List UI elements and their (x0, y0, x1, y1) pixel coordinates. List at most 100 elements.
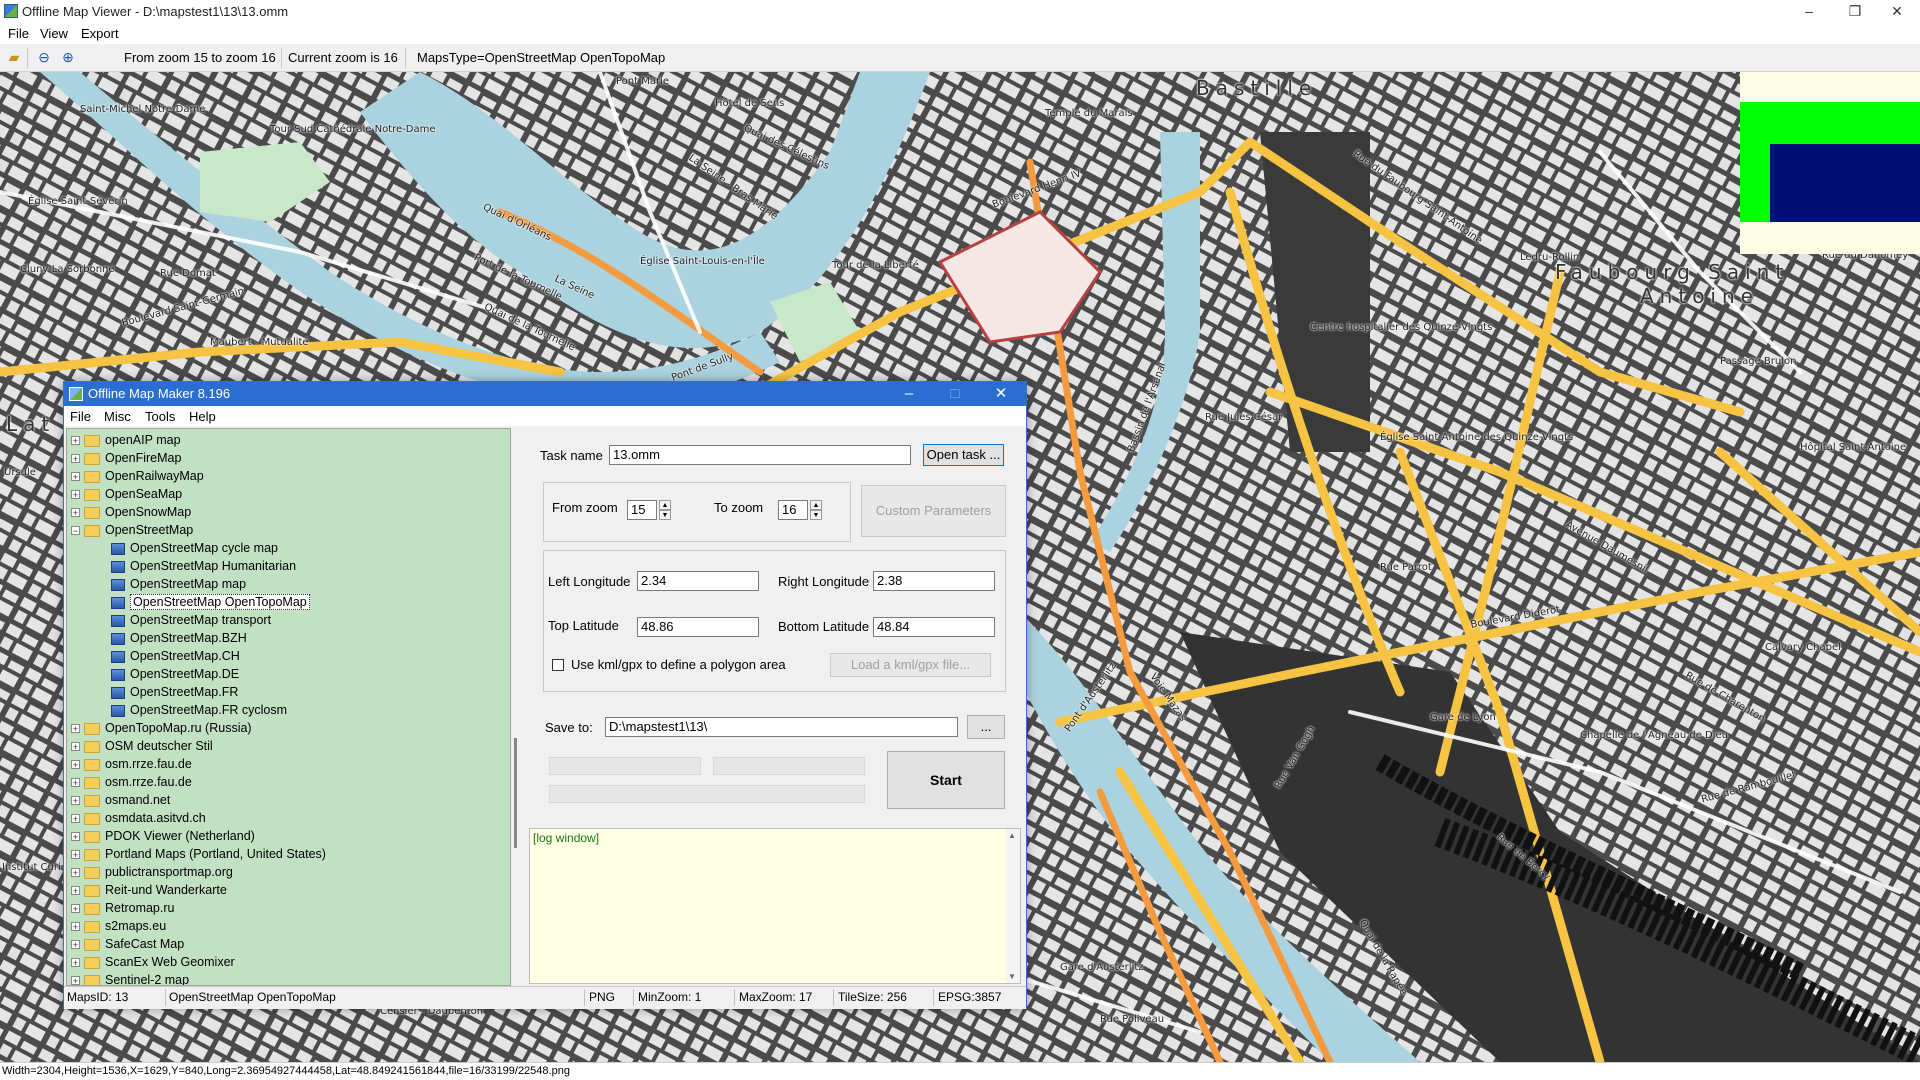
tree-item-label: ScanEx Web Geomixer (105, 955, 235, 969)
expand-icon[interactable]: + (71, 436, 80, 446)
tree-item-label: OpenSeaMap (105, 487, 183, 501)
tree-folder-item[interactable]: + OpenSnowMap (71, 503, 191, 521)
tree-folder-item[interactable]: + ScanEx Web Geomixer (71, 953, 235, 971)
tree-folder-item[interactable]: + s2maps.eu (71, 917, 166, 935)
from-zoom-spinner[interactable]: ▲ ▼ (659, 500, 671, 520)
expand-icon[interactable]: + (71, 832, 80, 842)
tree-folder-item[interactable]: + Reit-und Wanderkarte (71, 881, 227, 899)
tree-map-item[interactable]: OpenStreetMap.FR (111, 683, 238, 701)
folder-icon (84, 452, 100, 465)
save-to-input[interactable]: D:\mapstest1\13\ (605, 717, 958, 737)
tree-map-item[interactable]: OpenStreetMap Humanitarian (111, 557, 296, 575)
map-label-bastille: Bastille (1196, 76, 1318, 100)
zoom-in-icon[interactable]: ⊕ (60, 49, 76, 65)
maps-tree[interactable]: + openAIP map + OpenFireMap + OpenRailwayMap +… (66, 428, 511, 986)
expand-icon[interactable]: + (71, 922, 80, 932)
tree-folder-item[interactable]: + osm.rrze.fau.de (71, 755, 192, 773)
expand-icon[interactable]: + (71, 940, 80, 950)
expand-icon[interactable]: + (71, 868, 80, 878)
log-window[interactable]: [log window] ▲ ▼ (529, 828, 1021, 984)
expand-icon[interactable]: + (71, 760, 80, 770)
tree-map-item[interactable]: OpenStreetMap.BZH (111, 629, 247, 647)
tree-folder-item[interactable]: + Retromap.ru (71, 899, 174, 917)
right-longitude-input[interactable]: 2.38 (873, 571, 995, 591)
zoom-range-text: From zoom 15 to zoom 16 (124, 50, 276, 65)
expand-icon[interactable]: + (71, 778, 80, 788)
tree-folder-item[interactable]: + publictransportmap.org (71, 863, 233, 881)
start-button[interactable]: Start (887, 751, 1005, 809)
map-label-st-louis: Église Saint-Louis-en-l'Île (640, 256, 765, 267)
open-folder-icon[interactable]: ▰ (6, 49, 22, 65)
tree-scrollbar[interactable] (511, 428, 525, 986)
menu-view[interactable]: View (40, 26, 68, 41)
open-task-button[interactable]: Open task ... (923, 444, 1004, 466)
expand-icon[interactable]: + (71, 454, 80, 464)
tree-folder-item[interactable]: + openAIP map (71, 431, 181, 449)
tree-folder-item[interactable]: + Portland Maps (Portland, United States) (71, 845, 326, 863)
dialog-menu-tools[interactable]: Tools (145, 409, 175, 424)
tree-folder-item[interactable]: + Sentinel-2 map (71, 971, 189, 985)
kml-label: Use kml/gpx to define a polygon area (571, 657, 786, 672)
minimize-icon[interactable]: – (1786, 0, 1832, 24)
zoom-out-icon[interactable]: ⊖ (36, 49, 52, 65)
task-name-input[interactable]: 13.omm (609, 445, 911, 465)
tree-folder-item[interactable]: + osmdata.asitvd.ch (71, 809, 206, 827)
collapse-icon[interactable]: − (71, 526, 80, 536)
expand-icon[interactable]: + (71, 886, 80, 896)
expand-icon[interactable]: + (71, 814, 80, 824)
close-icon[interactable]: ✕ (1874, 0, 1920, 24)
dialog-titlebar[interactable]: Offline Map Maker 8.196 – □ ✕ (64, 382, 1026, 406)
expand-icon[interactable]: + (71, 850, 80, 860)
to-zoom-input[interactable]: 16 (778, 500, 808, 520)
expand-icon[interactable]: + (71, 976, 80, 985)
kml-checkbox[interactable] (552, 659, 564, 671)
tree-map-item[interactable]: OpenStreetMap map (111, 575, 246, 593)
expand-icon[interactable]: + (71, 742, 80, 752)
expand-icon[interactable]: + (71, 958, 80, 968)
expand-icon[interactable]: + (71, 724, 80, 734)
tree-map-item[interactable]: OpenStreetMap OpenTopoMap (111, 593, 310, 611)
tree-folder-item[interactable]: + osmand.net (71, 791, 170, 809)
folder-icon (84, 830, 100, 843)
restore-icon[interactable]: ❐ (1832, 0, 1878, 24)
tree-folder-item[interactable]: + OpenFireMap (71, 449, 181, 467)
expand-icon[interactable]: + (71, 490, 80, 500)
left-longitude-input[interactable]: 2.34 (637, 571, 759, 591)
dialog-menu-help[interactable]: Help (189, 409, 216, 424)
to-zoom-spinner[interactable]: ▲ ▼ (810, 500, 822, 520)
tree-map-item[interactable]: OpenStreetMap transport (111, 611, 271, 629)
tree-map-item[interactable]: OpenStreetMap.FR cyclosm (111, 701, 287, 719)
expand-icon[interactable]: + (71, 472, 80, 482)
map-layer-icon (111, 704, 125, 717)
menu-file[interactable]: File (8, 26, 29, 41)
from-zoom-input[interactable]: 15 (627, 500, 657, 520)
dialog-close-icon[interactable]: ✕ (978, 382, 1024, 406)
dialog-minimize-icon[interactable]: – (886, 382, 932, 406)
tree-folder-item[interactable]: + osm.rrze.fau.de (71, 773, 192, 791)
bottom-latitude-input[interactable]: 48.84 (873, 617, 995, 637)
tree-folder-item[interactable]: − OpenStreetMap (71, 521, 193, 539)
tree-folder-item[interactable]: + SafeCast Map (71, 935, 184, 953)
dialog-menu-misc[interactable]: Misc (104, 409, 131, 424)
tree-folder-item[interactable]: + OpenTopoMap.ru (Russia) (71, 719, 252, 737)
map-layer-icon (111, 686, 125, 699)
tree-folder-item[interactable]: + PDOK Viewer (Netherland) (71, 827, 255, 845)
tree-folder-item[interactable]: + OpenRailwayMap (71, 467, 204, 485)
expand-icon[interactable]: + (71, 796, 80, 806)
map-label-poliveau: Rue Poliveau (1100, 1014, 1165, 1025)
folder-icon (84, 866, 100, 879)
expand-icon[interactable]: + (71, 508, 80, 518)
dialog-menu-file[interactable]: File (70, 409, 91, 424)
tree-map-item[interactable]: OpenStreetMap.DE (111, 665, 239, 683)
expand-icon[interactable]: + (71, 904, 80, 914)
tree-folder-item[interactable]: + OpenSeaMap (71, 485, 182, 503)
menu-export[interactable]: Export (81, 26, 119, 41)
log-scrollbar[interactable]: ▲ ▼ (1006, 829, 1020, 983)
tree-folder-item[interactable]: + OSM deutscher Stil (71, 737, 213, 755)
to-zoom-label: To zoom (714, 500, 764, 515)
map-label-maubert: Maubert - Mutualité (210, 337, 309, 348)
top-latitude-input[interactable]: 48.86 (637, 617, 759, 637)
browse-button[interactable]: ... (967, 715, 1005, 739)
tree-map-item[interactable]: OpenStreetMap cycle map (111, 539, 278, 557)
tree-map-item[interactable]: OpenStreetMap.CH (111, 647, 240, 665)
